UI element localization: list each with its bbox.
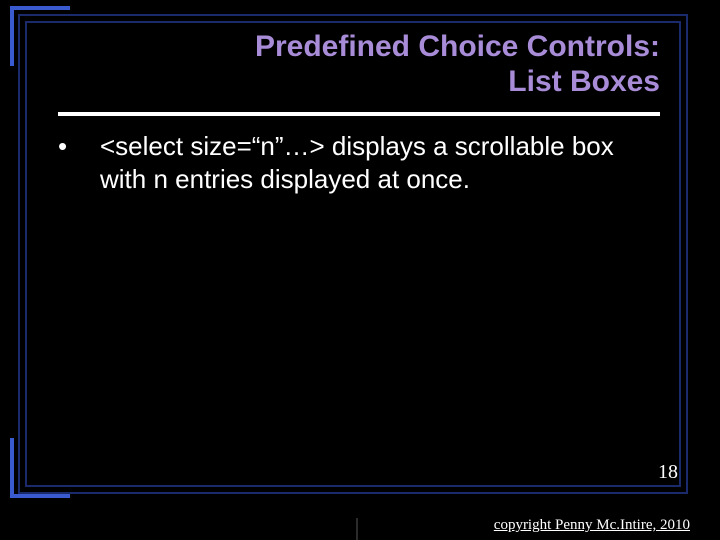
title-underline	[58, 112, 660, 116]
title-line-1: Predefined Choice Controls:	[255, 30, 660, 63]
bullet-dot: •	[58, 130, 100, 195]
bottom-divider-tick	[356, 518, 358, 540]
corner-accent-bottom-left	[10, 438, 14, 498]
copyright-text: copyright Penny Mc.Intire, 2010	[494, 517, 690, 534]
slide-body: • <select size=“n”…> displays a scrollab…	[58, 130, 663, 195]
corner-accent-top-left	[10, 6, 14, 66]
slide-number: 18	[658, 461, 678, 484]
title-line-2: List Boxes	[508, 65, 660, 98]
bullet-text: <select size=“n”…> displays a scrollable…	[100, 130, 663, 195]
slide-title: Predefined Choice Controls: List Boxes	[60, 30, 660, 99]
corner-accent-bottom-left	[10, 494, 70, 498]
bullet-item: • <select size=“n”…> displays a scrollab…	[58, 130, 663, 195]
slide: Predefined Choice Controls: List Boxes •…	[0, 0, 720, 540]
corner-accent-top-left	[10, 6, 70, 10]
